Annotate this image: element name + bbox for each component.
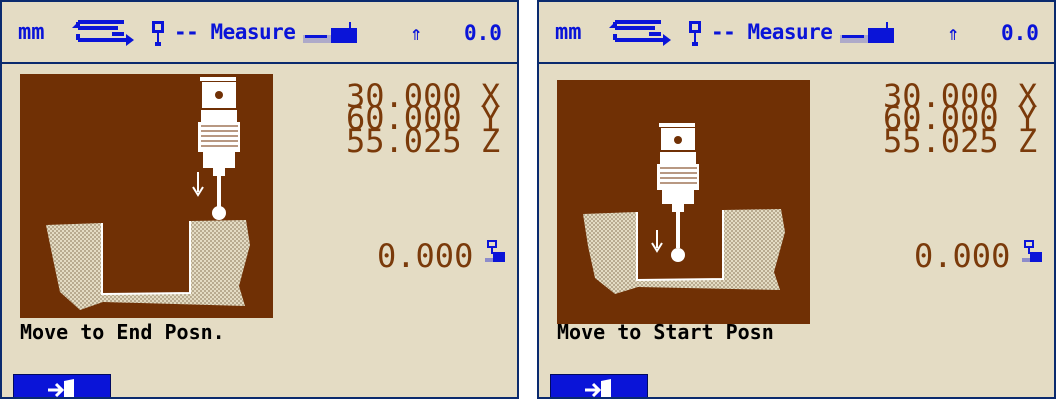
feed-up-icon: ⇑ [410,21,423,45]
probe-depth-icon [1022,238,1044,268]
probe-diagram [20,74,273,318]
header-value: 0.0 [464,21,502,45]
status-header: mm -- Measure ⇑ 0.0 [2,2,517,64]
status-message: Move to End Posn. [20,320,225,344]
probe-diagram [557,80,810,324]
header-value: 0.0 [1001,21,1039,45]
mode-prefix: -- [711,20,736,44]
direction-arrows-icon [607,18,671,50]
status-message: Move to Start Posn [557,320,774,344]
exit-door-icon [48,379,74,397]
exit-door-icon [585,379,611,397]
measure-panel-end: mm -- Measure ⇑ 0.0 30.000 X 60.000 Y 55… [0,0,519,399]
coord-z-value: 55.025 [346,122,462,160]
coord-z: 55.025 Z [346,125,500,157]
mode-label: -- Measure [174,20,296,44]
exit-button[interactable] [550,374,648,397]
feed-up-icon: ⇑ [947,21,960,45]
direction-arrows-icon [70,18,134,50]
ruler-icon [838,20,902,50]
depth-readout: 0.000 [377,237,474,275]
probe-icon [685,19,705,51]
mode-text: Measure [747,20,833,44]
unit-label: mm [555,20,582,45]
coord-z: 55.025 Z [883,125,1037,157]
mode-prefix: -- [174,20,199,44]
coord-z-value: 55.025 [883,122,999,160]
coord-z-axis: Z [480,122,501,160]
probe-icon [148,19,168,51]
status-header: mm -- Measure ⇑ 0.0 [539,2,1054,64]
ruler-icon [301,20,365,50]
measure-panel-start: mm -- Measure ⇑ 0.0 30.000 X 60.000 Y 55… [537,0,1056,399]
unit-label: mm [18,20,45,45]
exit-button[interactable] [13,374,111,397]
depth-readout: 0.000 [914,237,1011,275]
mode-label: -- Measure [711,20,833,44]
mode-text: Measure [210,20,296,44]
coord-z-axis: Z [1017,122,1038,160]
probe-depth-icon [485,238,507,268]
